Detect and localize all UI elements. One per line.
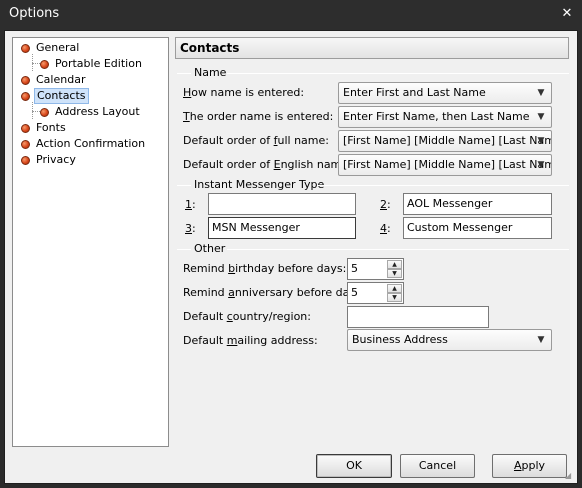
resize-grip-icon[interactable]: ◢ — [565, 471, 575, 481]
tree-item-calendar[interactable]: Calendar — [19, 72, 159, 88]
birthday-days-label: Remind birthday before days: — [183, 262, 347, 275]
im-2-label: 2: — [380, 198, 391, 211]
tree-item-contacts[interactable]: Contacts — [19, 88, 159, 104]
birthday-days-stepper[interactable]: 5 ▲ ▼ — [347, 258, 404, 280]
orange-bullet-icon — [21, 156, 30, 165]
group-title-instant-messenger: Instant Messenger Type — [194, 178, 325, 191]
tree-item-label: Privacy — [36, 153, 76, 166]
cancel-button[interactable]: Cancel — [400, 454, 475, 478]
im-3-input[interactable]: MSN Messenger — [208, 217, 356, 239]
im-1-input[interactable] — [208, 193, 356, 215]
tree-item-address-layout[interactable]: Address Layout — [38, 104, 163, 120]
im-4-input[interactable]: Custom Messenger — [403, 217, 552, 239]
group-divider — [177, 249, 191, 250]
group-divider — [227, 73, 569, 74]
order-name-entered-label: The order name is entered: — [183, 110, 334, 123]
dialog-body: General Portable Edition Calendar Contac… — [4, 30, 578, 484]
orange-bullet-icon — [21, 124, 30, 133]
tree-item-general[interactable]: General — [19, 40, 159, 56]
spin-up-icon[interactable]: ▲ — [387, 284, 402, 293]
default-mailing-label: Default mailing address: — [183, 334, 318, 347]
group-divider — [227, 249, 569, 250]
tree-item-label: Address Layout — [55, 105, 140, 118]
tree-item-label: General — [36, 41, 80, 54]
group-divider — [177, 73, 191, 74]
tree-item-label: Contacts — [34, 88, 89, 104]
im-4-label: 4: — [380, 222, 391, 235]
page-title: Contacts — [175, 37, 569, 59]
how-name-entered-select[interactable]: Enter First and Last Name ▼ — [338, 82, 552, 104]
orange-bullet-icon — [21, 44, 30, 53]
tree-item-fonts[interactable]: Fonts — [19, 120, 159, 136]
birthday-days-value: 5 — [351, 262, 358, 275]
im-3-label: 3: — [185, 222, 196, 235]
chevron-down-icon: ▼ — [537, 136, 545, 146]
apply-button[interactable]: Apply — [492, 454, 567, 478]
category-tree[interactable]: General Portable Edition Calendar Contac… — [12, 37, 169, 447]
default-english-name-label: Default order of English name: — [183, 158, 352, 171]
orange-bullet-icon — [21, 140, 30, 149]
orange-bullet-icon — [21, 92, 30, 101]
chevron-down-icon: ▼ — [537, 112, 545, 122]
tree-item-label: Fonts — [36, 121, 66, 134]
anniversary-days-value: 5 — [351, 286, 358, 299]
tree-item-privacy[interactable]: Privacy — [19, 152, 159, 168]
close-icon[interactable]: ✕ — [558, 5, 576, 23]
anniversary-days-stepper[interactable]: 5 ▲ ▼ — [347, 282, 404, 304]
orange-bullet-icon — [40, 60, 49, 69]
group-title-name: Name — [194, 66, 227, 79]
tree-item-label: Action Confirmation — [36, 137, 146, 150]
spin-down-icon[interactable]: ▼ — [387, 293, 402, 302]
chevron-down-icon: ▼ — [537, 88, 545, 98]
default-full-name-label: Default order of full name: — [183, 134, 329, 147]
chevron-down-icon: ▼ — [537, 160, 545, 170]
default-full-name-select[interactable]: [First Name] [Middle Name] [Last Name] ▼ — [338, 130, 552, 152]
window-title: Options — [9, 6, 60, 21]
ok-button[interactable]: OK — [316, 454, 392, 478]
default-english-name-select[interactable]: [First Name] [Middle Name] [Last Name] ▼ — [338, 154, 552, 176]
tree-item-label: Portable Edition — [55, 57, 142, 70]
anniversary-days-label: Remind anniversary before days: — [183, 286, 366, 299]
tree-item-label: Calendar — [36, 73, 86, 86]
how-name-entered-label: How name is entered: — [183, 86, 305, 99]
group-divider — [317, 185, 569, 186]
orange-bullet-icon — [21, 76, 30, 85]
order-name-entered-select[interactable]: Enter First Name, then Last Name ▼ — [338, 106, 552, 128]
chevron-down-icon: ▼ — [537, 335, 545, 345]
title-bar: Options ✕ — [0, 0, 582, 30]
group-title-other: Other — [194, 242, 226, 255]
im-2-input[interactable]: AOL Messenger — [403, 193, 552, 215]
default-country-input[interactable] — [347, 306, 489, 328]
spin-up-icon[interactable]: ▲ — [387, 260, 402, 269]
orange-bullet-icon — [40, 108, 49, 117]
tree-item-action-confirmation[interactable]: Action Confirmation — [19, 136, 164, 152]
default-country-label: Default country/region: — [183, 310, 311, 323]
tree-item-portable-edition[interactable]: Portable Edition — [38, 56, 163, 72]
spin-down-icon[interactable]: ▼ — [387, 269, 402, 278]
default-mailing-select[interactable]: Business Address ▼ — [347, 329, 552, 351]
group-divider — [177, 185, 191, 186]
im-1-label: 1: — [185, 198, 196, 211]
